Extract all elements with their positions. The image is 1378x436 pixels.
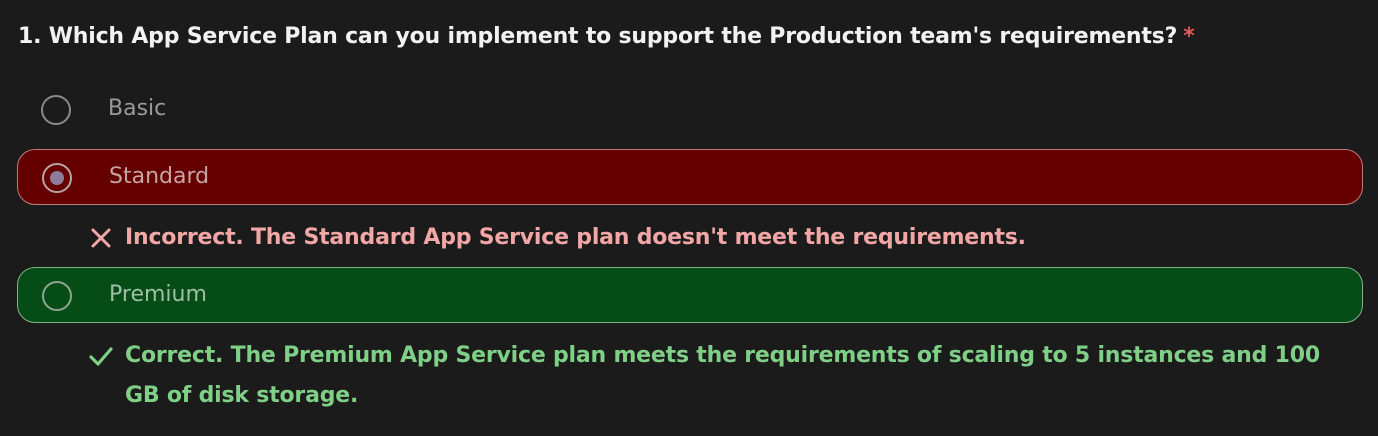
option-label: Premium — [109, 282, 207, 307]
option-basic[interactable]: Basic — [17, 82, 1363, 138]
radio-button-standard[interactable] — [42, 163, 72, 193]
checkmark-icon — [89, 347, 113, 366]
option-label: Basic — [108, 96, 167, 121]
radio-button-basic[interactable] — [41, 95, 71, 125]
required-marker: * — [1183, 24, 1195, 49]
option-standard[interactable]: Standard — [17, 149, 1363, 205]
option-premium[interactable]: Premium — [17, 267, 1363, 323]
close-icon — [91, 228, 111, 248]
feedback-correct: Correct. The Premium App Service plan me… — [125, 343, 1320, 408]
feedback-incorrect: Incorrect. The Standard App Service plan… — [125, 225, 1026, 250]
radio-button-premium[interactable] — [42, 281, 72, 311]
radio-selected-dot — [50, 171, 64, 185]
question-title: 1. Which App Service Plan can you implem… — [18, 24, 1195, 49]
option-label: Standard — [109, 164, 210, 189]
question-text: 1. Which App Service Plan can you implem… — [18, 24, 1178, 49]
